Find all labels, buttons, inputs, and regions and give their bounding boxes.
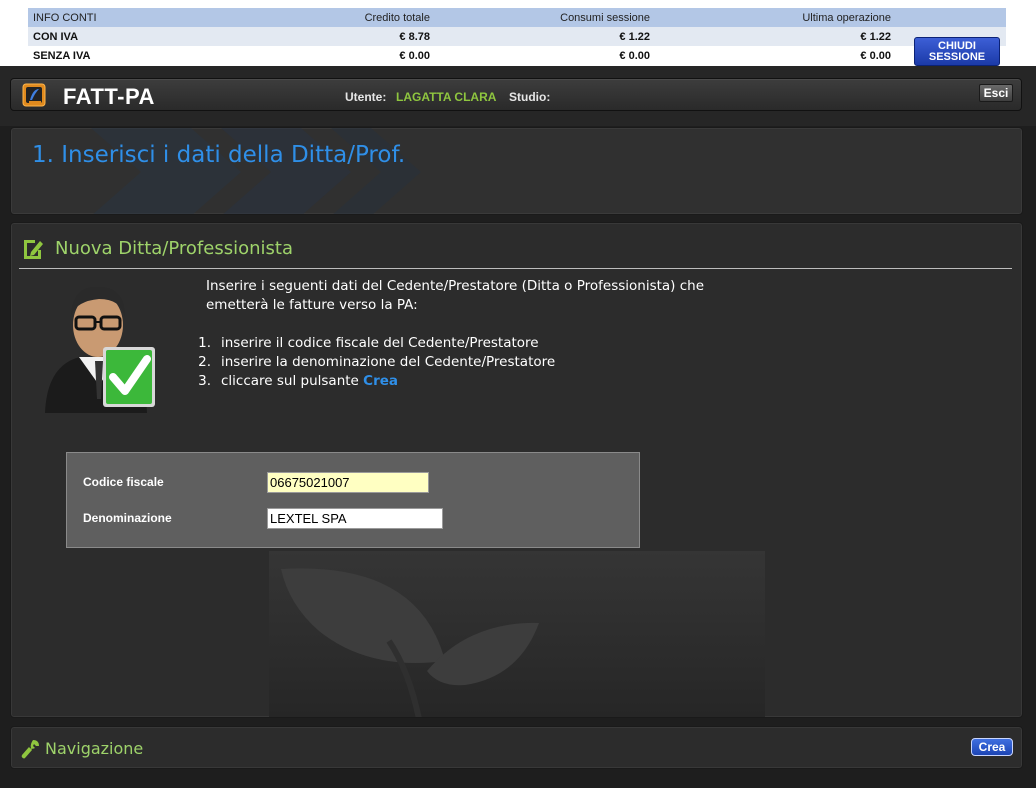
instructions: Inserire i seguenti dati del Cedente/Pre… <box>198 277 766 391</box>
info-header-col: Consumi sessione <box>560 11 650 24</box>
last-op-value: € 1.22 <box>860 30 891 43</box>
user-label: Utente: <box>345 90 387 104</box>
info-table-header: INFO CONTI Credito totale Consumi sessio… <box>28 8 1006 27</box>
instruction-step: 3. cliccare sul pulsante Crea <box>198 372 766 391</box>
company-form: Codice fiscale Denominazione <box>66 452 640 548</box>
header-bar: FATT-PA Utente: LAGATTA CLARA Studio: Es… <box>10 78 1022 111</box>
session-value: € 1.22 <box>619 30 650 43</box>
section-divider <box>19 268 1012 269</box>
session-value: € 0.00 <box>619 49 650 62</box>
info-header-col: INFO CONTI <box>33 11 97 24</box>
navigation-panel: Navigazione Crea <box>10 726 1023 769</box>
denominazione-input[interactable] <box>267 508 443 529</box>
info-row-senza-iva: SENZA IVA € 0.00 € 0.00 € 0.00 <box>28 46 1006 65</box>
codice-fiscale-input[interactable] <box>267 472 429 493</box>
user-name: LAGATTA CLARA <box>396 90 497 104</box>
info-row-con-iva: CON IVA € 8.78 € 1.22 € 1.22 <box>28 27 1006 46</box>
instructions-steps: 1. inserire il codice fiscale del Cedent… <box>198 334 766 391</box>
info-header-col: Ultima operazione <box>802 11 891 24</box>
edit-document-icon <box>24 240 43 259</box>
last-op-value: € 0.00 <box>860 49 891 62</box>
step-text: inserire il codice fiscale del Cedente/P… <box>221 335 539 351</box>
info-accounts-bar: INFO CONTI Credito totale Consumi sessio… <box>0 0 1036 66</box>
info-row-label: CON IVA <box>33 30 79 43</box>
denominazione-label: Denominazione <box>83 511 172 525</box>
codice-fiscale-label: Codice fiscale <box>83 475 164 489</box>
close-session-button[interactable]: CHIUDI SESSIONE <box>914 37 1000 66</box>
leaf-watermark-icon <box>281 568 539 717</box>
credit-value: € 8.78 <box>399 30 430 43</box>
info-header-col: Credito totale <box>364 11 430 24</box>
info-row-label: SENZA IVA <box>33 49 91 62</box>
credit-value: € 0.00 <box>399 49 430 62</box>
user-approved-icon <box>45 286 155 413</box>
wrench-icon <box>21 740 39 759</box>
step-title: 1. Inserisci i dati della Ditta/Prof. <box>32 142 406 168</box>
exit-button[interactable]: Esci <box>979 84 1013 102</box>
navigation-title: Navigazione <box>45 739 144 758</box>
crea-button[interactable]: Crea <box>971 738 1013 756</box>
step-panel: 1. Inserisci i dati della Ditta/Prof. <box>10 127 1023 215</box>
step-number: 3. <box>198 373 211 389</box>
step-number: 2. <box>198 354 211 370</box>
app-title: FATT-PA <box>63 84 155 109</box>
studio-label: Studio: <box>509 90 551 104</box>
step-number: 1. <box>198 335 211 351</box>
step-text: inserire la denominazione del Cedente/Pr… <box>221 354 556 370</box>
instructions-intro: Inserire i seguenti dati del Cedente/Pre… <box>206 278 705 313</box>
leaf-watermark <box>269 551 765 717</box>
crea-highlight: Crea <box>363 373 398 389</box>
section-title: Nuova Ditta/Professionista <box>55 238 293 259</box>
instruction-step: 1. inserire il codice fiscale del Cedent… <box>198 334 766 353</box>
step-text: cliccare sul pulsante <box>221 373 364 389</box>
fattpa-logo-icon <box>22 83 46 107</box>
close-session-label-line2: SESSIONE <box>928 51 986 63</box>
new-company-panel: Nuova Ditta/Professionista Inserire i se… <box>10 222 1023 718</box>
info-accounts-table: INFO CONTI Credito totale Consumi sessio… <box>28 8 1006 65</box>
app-header: FATT-PA Utente: LAGATTA CLARA Studio: Es… <box>0 66 1036 126</box>
instruction-step: 2. inserire la denominazione del Cedente… <box>198 353 766 372</box>
